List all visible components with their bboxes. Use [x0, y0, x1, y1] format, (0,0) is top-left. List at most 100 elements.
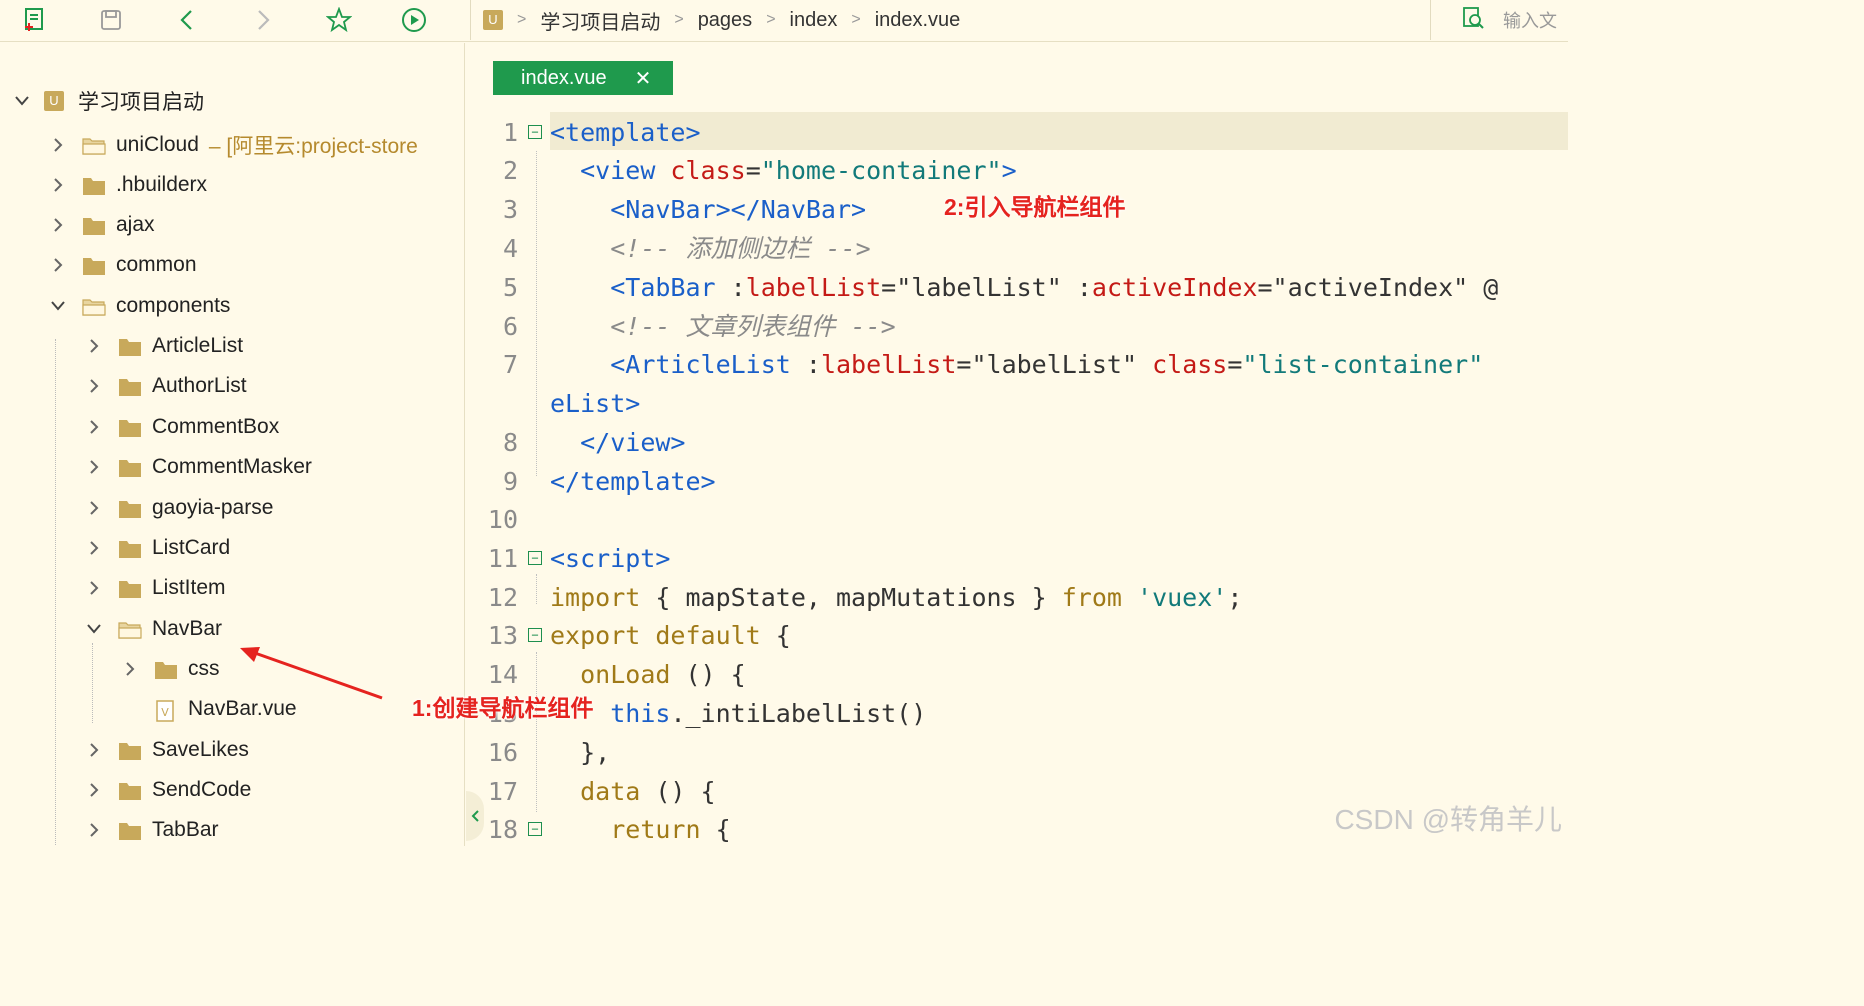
chevron-right-icon[interactable] [84, 538, 104, 558]
chevron-right-icon[interactable] [84, 376, 104, 396]
breadcrumb-item[interactable]: 学习项目启动 [540, 6, 660, 35]
tree-item[interactable]: SaveLikes [84, 730, 249, 770]
chevron-right-icon[interactable] [48, 255, 68, 275]
code-text: <!-- 添加侧边栏 --> [610, 234, 871, 263]
fold-toggle-icon[interactable]: − [528, 822, 542, 836]
chevron-right-icon[interactable] [84, 780, 104, 800]
watermark: CSDN @转角羊儿 [1334, 804, 1562, 835]
code-line[interactable]: 1− <template> [466, 113, 1568, 152]
line-number: 8 [502, 428, 518, 457]
line-number: 9 [502, 467, 518, 496]
tree-item[interactable]: ajax [48, 205, 155, 245]
line-number: 2 [502, 156, 518, 185]
tab-index-vue[interactable]: index.vue ✕ [493, 61, 673, 95]
chevron-down-icon[interactable] [48, 296, 68, 316]
tree-item[interactable]: AuthorList [84, 366, 247, 406]
tree-item[interactable]: ListCard [84, 528, 230, 568]
tree-item-label: components [116, 294, 231, 317]
tree-item[interactable]: CommentMasker [84, 447, 312, 487]
folder-icon [118, 741, 141, 760]
code-line[interactable]: 15 this._intiLabelList() [466, 694, 1568, 733]
code-line[interactable]: eList> [466, 384, 1568, 423]
chevron-down-icon[interactable] [84, 619, 104, 639]
fold-toggle-icon[interactable]: − [528, 551, 542, 565]
breadcrumb-item[interactable]: pages [698, 9, 753, 32]
forward-icon[interactable] [247, 4, 279, 36]
code-line[interactable]: 13− export default { [466, 616, 1568, 655]
fold-toggle-icon[interactable]: − [528, 628, 542, 642]
back-icon[interactable] [171, 4, 203, 36]
tree-item[interactable]: SendCode [84, 770, 251, 810]
cloud-provider-label: – [阿里云:project-store [208, 135, 418, 158]
file-search-box[interactable]: 输入文 [1430, 0, 1568, 40]
code-line[interactable]: 12 import { mapState, mapMutations } from… [466, 578, 1568, 617]
chevron-right-icon[interactable] [84, 820, 104, 840]
code-line[interactable]: 10 [466, 500, 1568, 539]
tree-item[interactable]: CommentBox [84, 407, 279, 447]
tree-item[interactable]: common [48, 245, 197, 285]
code-line[interactable]: 14 onLoad () { [466, 655, 1568, 694]
code-text: </view> [580, 428, 686, 457]
chevron-right-icon[interactable] [84, 740, 104, 760]
tree-item[interactable]: .hbuilderx [48, 165, 207, 205]
code-line[interactable]: 16 }, [466, 733, 1568, 772]
tree-item[interactable]: NavBar [84, 609, 222, 649]
code-line[interactable]: 9 </template> [466, 462, 1568, 501]
tree-item[interactable]: components [48, 286, 230, 326]
code-text: <NavBar></NavBar> [610, 195, 867, 224]
code-line[interactable]: 7 <ArticleList :labelList="labelList" cl… [466, 345, 1568, 384]
tree-item[interactable]: uniCloud – [阿里云:project-store [48, 125, 418, 165]
line-number: 4 [502, 234, 518, 263]
code-line[interactable]: 6 <!-- 文章列表组件 --> [466, 307, 1568, 346]
code-line[interactable]: 11− <script> [466, 539, 1568, 578]
tree-item-label: .hbuilderx [116, 173, 208, 196]
code-text: import { mapState, mapMutations } from '… [550, 583, 1243, 612]
tree-item-label: CommentMasker [152, 455, 312, 478]
chevron-right-icon[interactable] [84, 336, 104, 356]
line-number: 3 [502, 195, 518, 224]
folder-open-icon [82, 297, 106, 316]
run-icon[interactable] [398, 4, 430, 36]
chevron-right-icon[interactable] [84, 578, 104, 598]
tree-item[interactable]: ListItem [84, 568, 226, 608]
search-file-icon[interactable] [1461, 6, 1485, 35]
new-file-icon[interactable] [19, 4, 51, 36]
code-line[interactable]: 8 </view> [466, 423, 1568, 462]
line-number: 6 [502, 312, 518, 341]
tree-item[interactable]: ArticleList [84, 326, 243, 366]
chevron-down-icon[interactable] [12, 91, 32, 111]
code-line[interactable]: 5 <TabBar :labelList="labelList" :active… [466, 268, 1568, 307]
tree-item-project[interactable]: U 学习项目启动 [12, 81, 204, 121]
annotation-step1: 1:创建导航栏组件 [412, 695, 594, 721]
folder-open-icon [118, 620, 142, 639]
tree-item[interactable]: gaoyia-parse [84, 488, 273, 528]
folder-icon [118, 499, 141, 518]
code-line[interactable]: 2 <view class="home-container"> [466, 151, 1568, 190]
chevron-right-icon[interactable] [84, 417, 104, 437]
code-line[interactable]: 4 <!-- 添加侧边栏 --> [466, 229, 1568, 268]
code-text: }, [580, 738, 611, 767]
tree-item[interactable]: TabBar [84, 810, 219, 846]
code-text: export default { [550, 621, 791, 650]
close-icon[interactable]: ✕ [635, 66, 652, 91]
chevron-right-icon: > [517, 11, 527, 28]
tree-item[interactable]: css [120, 649, 220, 689]
chevron-right-icon: > [674, 11, 684, 28]
chevron-right-icon[interactable] [120, 659, 140, 679]
chevron-right-icon[interactable] [48, 135, 68, 155]
tree-item-label: NavBar [152, 617, 223, 640]
fold-toggle-icon[interactable]: − [528, 125, 542, 139]
search-input[interactable]: 输入文 [1503, 7, 1557, 33]
code-text: <script> [550, 544, 671, 573]
breadcrumb-item[interactable]: index.vue [875, 9, 961, 32]
annotation-step2: 2:引入导航栏组件 [944, 194, 1126, 220]
chevron-right-icon[interactable] [48, 175, 68, 195]
star-icon[interactable] [323, 4, 355, 36]
breadcrumb-item[interactable]: index [790, 9, 838, 32]
chevron-right-icon[interactable] [84, 498, 104, 518]
save-icon[interactable] [95, 4, 127, 36]
chevron-right-icon[interactable] [84, 457, 104, 477]
code-editor[interactable]: index.vue ✕ 1− <template> 2 <view class="h… [466, 43, 1568, 846]
chevron-right-icon[interactable] [48, 215, 68, 235]
code-text: <view class="home-container"> [580, 156, 1017, 185]
